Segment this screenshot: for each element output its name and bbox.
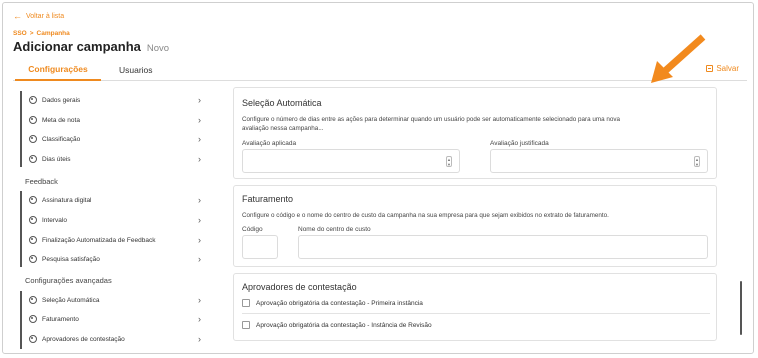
gear-icon [29,335,37,343]
vertical-scrollbar[interactable] [740,281,742,335]
panel-description: Configure o código e o nome do centro de… [242,212,609,219]
checkbox-primeira-instancia[interactable]: Aprovação obrigatória da contestação - P… [242,299,423,307]
checkbox-label: Aprovação obrigatória da contestação - I… [256,321,432,329]
sidebar-item-label: Pesquisa satisfação [42,255,100,263]
title-row: Adicionar campanha Novo [13,39,169,54]
tab-bar: Configurações Usuarios [13,59,747,81]
panel-title: Faturamento [242,194,294,204]
sidebar-item-intervalo[interactable]: Intervalo › [29,213,201,227]
nome-centro-custo-input[interactable] [298,235,708,259]
chevron-right-icon: › [198,235,201,245]
avaliacao-aplicada-input[interactable]: ▲ ▼ [242,149,460,173]
gear-icon [29,216,37,224]
field-label-avaliacao-justificada: Avaliação justificada [490,140,549,147]
field-label-nome-centro-custo: Nome do centro de custo [298,226,371,233]
checkbox-label: Aprovação obrigatória da contestação - P… [256,299,423,307]
sidebar-item-label: Meta de nota [42,116,80,124]
sidebar-item-assinatura-digital[interactable]: Assinatura digital › [29,193,201,207]
panel-description-line: Configure o número de dias entre as açõe… [242,116,621,123]
arrow-left-icon: ← [13,11,22,21]
gear-icon [29,255,37,263]
sidebar-section-feedback: Feedback [25,177,58,186]
chevron-right-icon: › [198,115,201,125]
sidebar-item-finalizacao-automatizada[interactable]: Finalização Automatizada de Feedback › [29,233,201,247]
sidebar-item-label: Intervalo [42,216,67,224]
panel-description: Configure o número de dias entre as açõe… [242,115,620,133]
codigo-input[interactable] [242,235,278,259]
chevron-right-icon: › [198,254,201,264]
tab-configuracoes[interactable]: Configurações [15,59,101,81]
sidebar-section-avancadas: Configurações avançadas [25,276,112,285]
sidebar-group-indicator [20,191,22,267]
chevron-right-icon: › [198,334,201,344]
panel-selecao-automatica: Seleção Automática Configure o número de… [233,87,717,179]
sidebar-item-label: Assinatura digital [42,196,92,204]
app-window: ← Voltar à lista SSO > Campanha Adiciona… [2,2,754,354]
panel-faturamento: Faturamento Configure o código e o nome … [233,185,717,267]
number-stepper-icon[interactable]: ▲ ▼ [446,156,452,167]
page-title: Adicionar campanha [13,39,141,54]
back-to-list-link[interactable]: ← Voltar à lista [13,12,64,21]
gear-icon [29,196,37,204]
sidebar-item-label: Dias úteis [42,155,71,163]
back-link-label: Voltar à lista [26,13,65,20]
sidebar-item-dias-uteis[interactable]: Dias úteis › [29,152,201,166]
sidebar-item-aprovadores-contestacao[interactable]: Aprovadores de contestação › [29,332,201,346]
chevron-right-icon: › [198,134,201,144]
sidebar-item-label: Finalização Automatizada de Feedback [42,236,156,244]
checkbox-box[interactable] [242,321,250,329]
panel-title: Aprovadores de contestação [242,282,357,292]
panel-title: Seleção Automática [242,98,322,108]
gear-icon [29,155,37,163]
sidebar-item-dados-gerais[interactable]: Dados gerais › [29,93,201,107]
sidebar-item-label: Faturamento [42,315,79,323]
panel-aprovadores: Aprovadores de contestação Aprovação obr… [233,273,717,341]
arrow-annotation [651,34,706,83]
number-stepper-icon[interactable]: ▲ ▼ [694,156,700,167]
tab-usuarios[interactable]: Usuarios [119,59,153,81]
field-label-codigo: Código [242,226,263,233]
gear-icon [29,315,37,323]
sidebar-item-label: Dados gerais [42,96,81,104]
chevron-right-icon: › [198,215,201,225]
sidebar-item-label: Seleção Automática [42,296,100,304]
sidebar-item-pesquisa-satisfacao[interactable]: Pesquisa satisfação › [29,252,201,266]
sidebar-item-selecao-automatica[interactable]: Seleção Automática › [29,293,201,307]
gear-icon [29,236,37,244]
gear-icon [29,296,37,304]
breadcrumb: SSO > Campanha [13,30,70,37]
breadcrumb-separator: > [29,30,34,37]
divider [242,313,710,314]
chevron-right-icon: › [198,95,201,105]
gear-icon [29,96,37,104]
sidebar-group-indicator [20,291,22,349]
gear-icon [29,135,37,143]
breadcrumb-current: Campanha [36,30,70,37]
save-button-label: Salvar [716,64,739,73]
chevron-right-icon: › [198,154,201,164]
gear-icon [29,116,37,124]
sidebar: Dados gerais › Meta de nota › Classifica… [13,85,213,353]
chevron-right-icon: › [198,295,201,305]
field-label-avaliacao-aplicada: Avaliação aplicada [242,140,297,147]
sidebar-item-label: Aprovadores de contestação [42,335,125,343]
checkbox-box[interactable] [242,299,250,307]
page-subtitle: Novo [146,43,170,54]
sidebar-item-faturamento[interactable]: Faturamento › [29,312,201,326]
sidebar-item-meta-de-nota[interactable]: Meta de nota › [29,113,201,127]
checkbox-instancia-revisao[interactable]: Aprovação obrigatória da contestação - I… [242,321,432,329]
avaliacao-justificada-input[interactable]: ▲ ▼ [490,149,708,173]
sidebar-item-classificacao[interactable]: Classificação › [29,132,201,146]
chevron-right-icon: › [198,195,201,205]
breadcrumb-root[interactable]: SSO [13,30,27,37]
sidebar-group-indicator [20,91,22,167]
chevron-right-icon: › [198,314,201,324]
panel-description-line: avaliação nessa campanha... [242,125,324,132]
sidebar-item-label: Classificação [42,135,81,143]
